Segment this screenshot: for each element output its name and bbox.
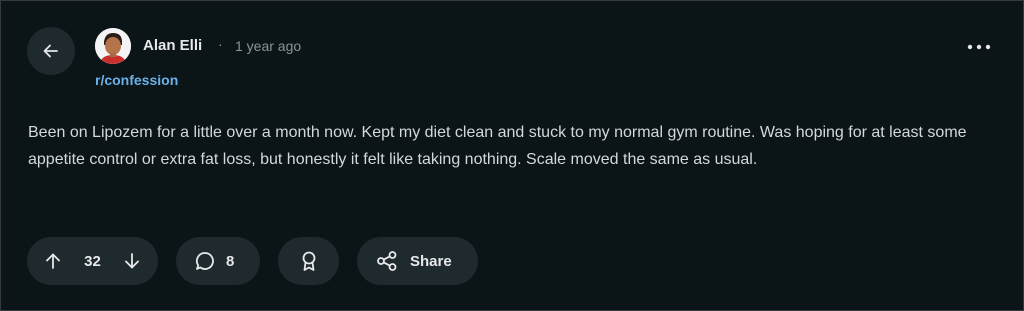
arrow-up-icon [43, 251, 63, 271]
post-timestamp: 1 year ago [235, 38, 302, 54]
share-icon [376, 250, 398, 272]
meta-separator: · [218, 36, 223, 52]
post-container: Alan Elli · 1 year ago r/confession Been… [0, 0, 1024, 311]
share-label: Share [410, 252, 452, 270]
arrow-down-icon [122, 251, 142, 271]
comment-bubble-icon [194, 250, 216, 272]
comment-count: 8 [226, 252, 235, 270]
share-button[interactable]: Share [357, 237, 478, 285]
vote-count: 32 [84, 252, 101, 270]
comments-button[interactable]: 8 [176, 237, 260, 285]
more-horizontal-icon [967, 44, 991, 50]
avatar[interactable] [95, 28, 131, 64]
downvote-button[interactable] [122, 251, 142, 271]
subreddit-link[interactable]: r/confession [95, 72, 178, 88]
more-options-button[interactable] [959, 35, 999, 59]
award-button[interactable] [278, 237, 339, 285]
arrow-left-icon [41, 41, 61, 61]
upvote-button[interactable] [43, 251, 63, 271]
author-name[interactable]: Alan Elli [143, 37, 202, 54]
award-icon [299, 250, 319, 272]
vote-bar: 32 [27, 237, 158, 285]
back-button[interactable] [27, 27, 75, 75]
post-body: Been on Lipozem for a little over a mont… [28, 124, 967, 168]
